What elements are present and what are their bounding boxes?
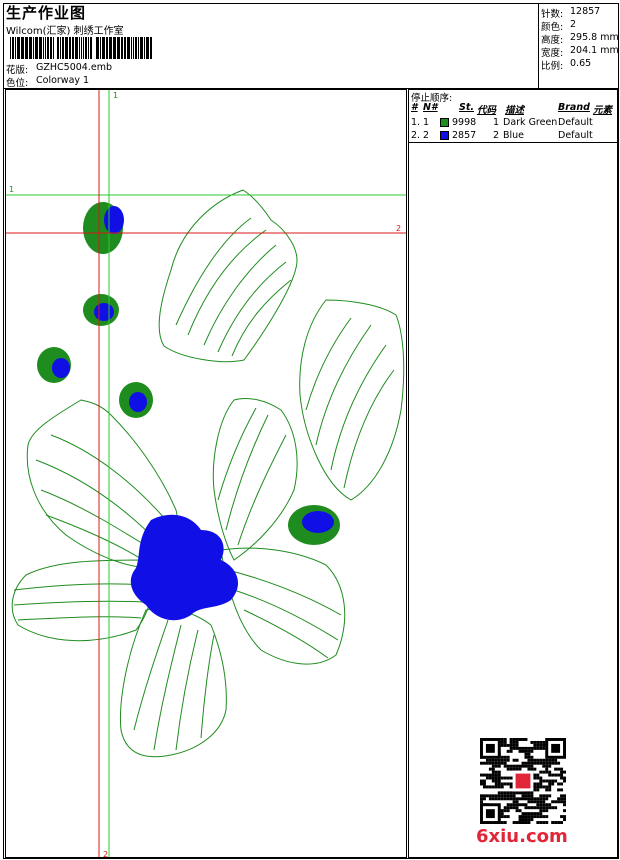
col-index: # bbox=[411, 102, 418, 113]
watermark-text: 6xiu.com bbox=[476, 826, 568, 847]
green-buds bbox=[37, 202, 340, 545]
petal-veins bbox=[217, 407, 287, 546]
design-label: 花版: bbox=[6, 65, 29, 76]
row-index: 2. bbox=[411, 130, 421, 141]
barcode bbox=[10, 37, 152, 59]
petal-veins bbox=[175, 217, 292, 357]
row-stitches: 9998 bbox=[452, 117, 477, 128]
row-needle: 1 bbox=[423, 117, 430, 128]
petal-veins bbox=[133, 619, 215, 751]
bud-center bbox=[302, 511, 334, 533]
flower-outlines bbox=[11, 189, 405, 758]
stats-divider bbox=[538, 3, 539, 89]
guide-label: 1 bbox=[113, 91, 118, 100]
guide-label: 2 bbox=[103, 850, 108, 858]
bud-center bbox=[52, 358, 70, 378]
col-brand: Brand bbox=[558, 102, 590, 113]
scale-label: 比例: bbox=[541, 61, 564, 72]
row-code: 1 bbox=[493, 117, 500, 128]
bud-center bbox=[94, 303, 114, 321]
height-label: 高度: bbox=[541, 35, 564, 46]
guide-label: 1 bbox=[9, 185, 14, 194]
page-title: 生产作业图 bbox=[6, 4, 87, 22]
qr-code bbox=[480, 738, 566, 824]
colors-value: 2 bbox=[570, 19, 577, 30]
colorway-label: 色位: bbox=[6, 78, 29, 89]
row-brand: Default bbox=[558, 117, 593, 128]
blue-centers bbox=[52, 206, 334, 621]
colorway-name: Colorway 1 bbox=[36, 75, 90, 86]
petal-outline bbox=[212, 397, 298, 561]
col-code: 代码 bbox=[477, 105, 497, 116]
row-index: 1. bbox=[411, 117, 421, 128]
petal-outline bbox=[120, 607, 227, 758]
colors-label: 颜色: bbox=[541, 22, 564, 33]
scale-value: 0.65 bbox=[570, 58, 592, 69]
petal-outline bbox=[11, 559, 152, 642]
height-value: 295.8 mm bbox=[570, 32, 619, 43]
bud-center bbox=[104, 206, 124, 234]
panel-divider bbox=[409, 142, 617, 143]
col-desc: 描述 bbox=[505, 105, 525, 116]
design-preview: 1 1 2 2 bbox=[5, 89, 407, 858]
design-file: GZHC5004.emb bbox=[36, 62, 112, 73]
petal-outline bbox=[299, 299, 405, 501]
bud-center bbox=[129, 392, 147, 412]
guide-label: 2 bbox=[396, 224, 401, 233]
studio-name: Wilcom(汇家) 刺绣工作室 bbox=[6, 26, 124, 37]
col-element: 元素 bbox=[593, 105, 613, 116]
production-sheet: 生产作业图 Wilcom(汇家) 刺绣工作室 花版: GZHC5004.emb … bbox=[0, 0, 620, 860]
petal-outline bbox=[220, 547, 346, 665]
col-stitches: St. bbox=[459, 102, 474, 113]
row-code: 2 bbox=[493, 130, 500, 141]
stitches-value: 12857 bbox=[570, 6, 601, 17]
petal-outline bbox=[158, 189, 298, 363]
width-label: 宽度: bbox=[541, 48, 564, 59]
row-stitches: 2857 bbox=[452, 130, 477, 141]
embroidery-design: 1 1 2 2 bbox=[6, 90, 406, 858]
col-needle: N# bbox=[423, 102, 438, 113]
width-value: 204.1 mm bbox=[570, 45, 619, 56]
petal-veins bbox=[227, 569, 342, 659]
row-needle: 2 bbox=[423, 130, 430, 141]
row-desc: Dark Green bbox=[503, 117, 558, 128]
row-desc: Blue bbox=[503, 130, 525, 141]
stitches-label: 针数: bbox=[541, 9, 564, 20]
color-swatch-green bbox=[440, 118, 449, 127]
row-brand: Default bbox=[558, 130, 593, 141]
color-swatch-blue bbox=[440, 131, 449, 140]
petal-veins bbox=[13, 583, 147, 621]
